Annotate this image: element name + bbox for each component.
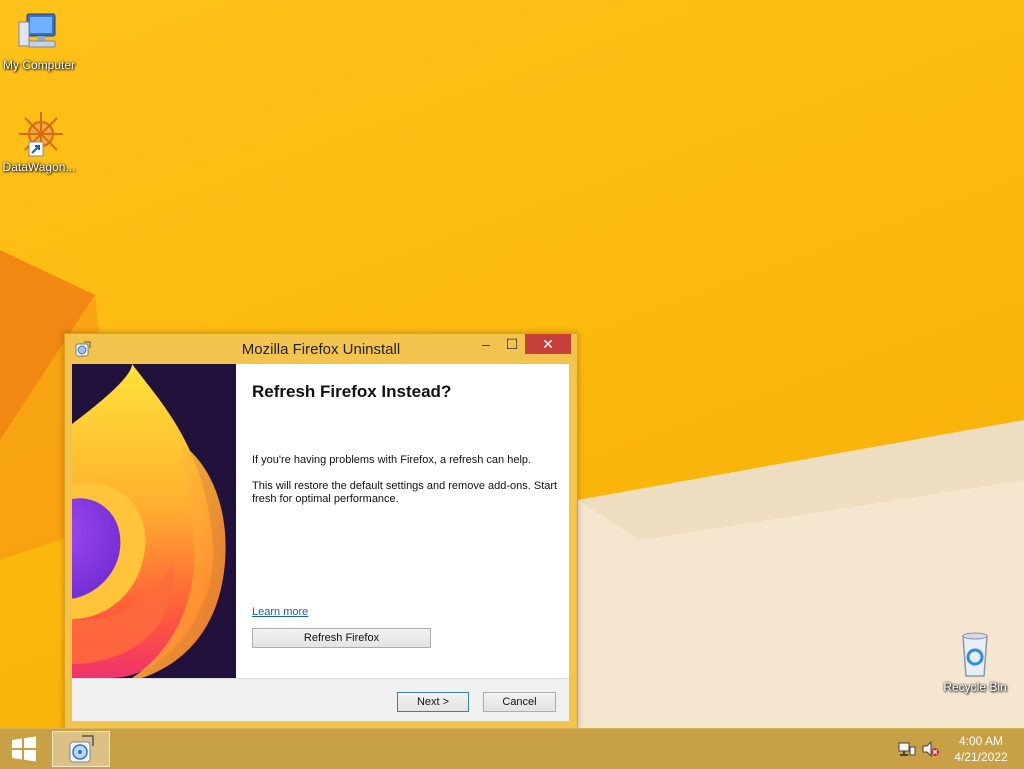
desktop-icon-datawagon[interactable]: DataWagon...: [0, 110, 78, 174]
desktop-icon-label: Recycle Bin: [943, 680, 1007, 694]
dialog-heading: Refresh Firefox Instead?: [252, 382, 452, 401]
restore-text: This will restore the default settings a…: [252, 480, 558, 505]
refresh-firefox-button[interactable]: Refresh Firefox: [252, 628, 431, 648]
clock-time: 4:00 AM: [958, 734, 1004, 748]
clock-date: 4/21/2022: [954, 750, 1008, 764]
start-button[interactable]: [0, 729, 48, 769]
network-icon[interactable]: [898, 741, 916, 757]
close-button[interactable]: ✕: [525, 334, 571, 354]
uninstaller-icon: [69, 735, 94, 763]
system-clock[interactable]: 4:00 AM 4/21/2022: [948, 733, 1014, 765]
maximize-button[interactable]: ☐: [499, 334, 525, 354]
dialog-content: Refresh Firefox Instead? If you're havin…: [236, 364, 569, 678]
windows-logo-icon: [12, 736, 36, 762]
recycle-bin-icon: [951, 630, 999, 678]
firefox-logo-icon: [72, 364, 226, 678]
desktop-icon-label: My Computer: [2, 58, 76, 72]
dialog-footer: Next > Cancel: [72, 678, 569, 721]
desktop-icon-my-computer[interactable]: My Computer: [0, 8, 78, 72]
volume-muted-icon[interactable]: [922, 740, 940, 758]
learn-more-link[interactable]: Learn more: [252, 606, 308, 618]
next-button[interactable]: Next >: [397, 692, 469, 712]
taskbar: 4:00 AM 4/21/2022: [0, 728, 1024, 769]
minimize-button[interactable]: –: [473, 334, 499, 354]
firefox-banner-image: [72, 364, 236, 678]
title-bar[interactable]: Mozilla Firefox Uninstall – ☐ ✕: [65, 334, 577, 364]
dialog-client-area: Refresh Firefox Instead? If you're havin…: [72, 364, 569, 721]
desktop-icon-recycle-bin[interactable]: Recycle Bin: [936, 630, 1014, 694]
uninstall-dialog: Mozilla Firefox Uninstall – ☐ ✕ Refresh …: [64, 333, 578, 729]
computer-icon: [15, 8, 63, 56]
cancel-button[interactable]: Cancel: [483, 692, 556, 712]
datawagon-icon: [15, 110, 63, 158]
desktop-icon-label: DataWagon...: [2, 160, 76, 174]
problem-text: If you're having problems with Firefox, …: [252, 454, 532, 466]
taskbar-item-uninstaller[interactable]: [52, 731, 110, 767]
